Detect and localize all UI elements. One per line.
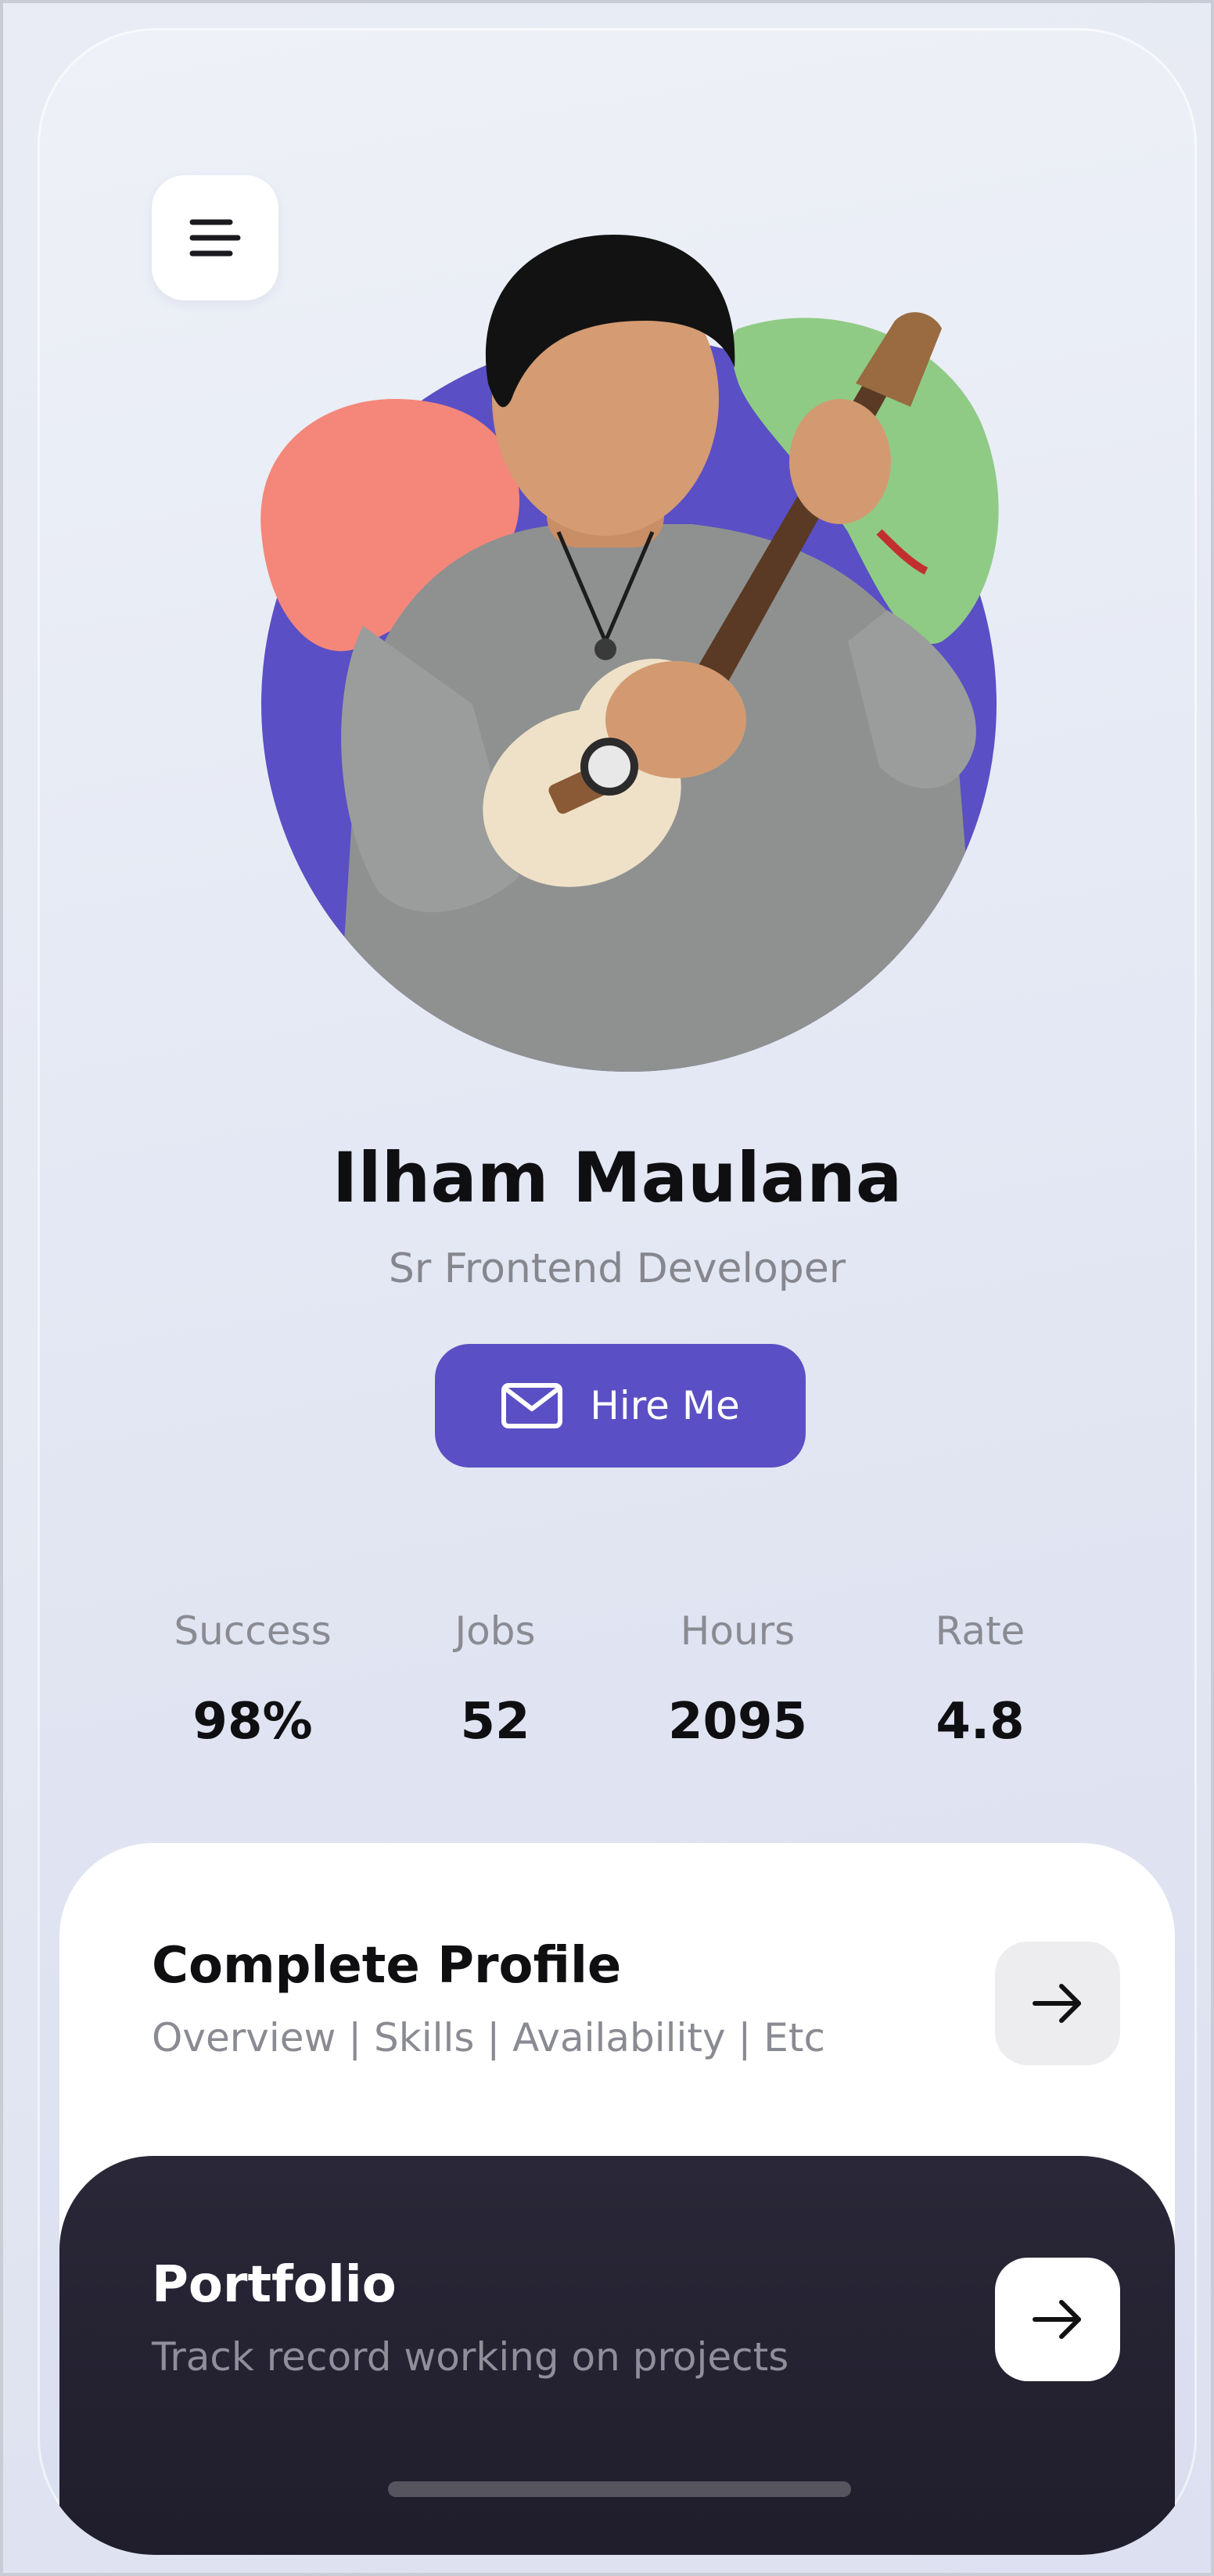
stat-value: 52 — [460, 1693, 530, 1751]
stats-row: Success 98% Jobs 52 Hours 2095 Rate 4.8 — [131, 1608, 1101, 1780]
stat-success: Success 98% — [131, 1608, 374, 1780]
stat-label: Rate — [935, 1608, 1025, 1654]
arrow-right-icon — [1033, 2300, 1081, 2339]
menu-icon — [189, 219, 241, 257]
profile-title: Sr Frontend Developer — [388, 1245, 846, 1292]
stat-value: 4.8 — [936, 1693, 1025, 1751]
avatar-illustration — [260, 235, 999, 1072]
stat-jobs: Jobs 52 — [374, 1608, 616, 1780]
stat-label: Hours — [680, 1608, 796, 1654]
phone-screen: Ilham Maulana Sr Frontend Developer Hire… — [38, 28, 1197, 2555]
stat-value: 98% — [192, 1693, 313, 1751]
hire-me-label: Hire Me — [590, 1383, 740, 1428]
portfolio-subtitle: Track record working on projects — [152, 2334, 789, 2380]
stat-rate: Rate 4.8 — [859, 1608, 1101, 1780]
stat-value: 2095 — [667, 1693, 808, 1751]
profile-name: Ilham Maulana — [332, 1137, 903, 1218]
right-hand — [789, 399, 891, 524]
home-indicator[interactable] — [388, 2481, 851, 2497]
stat-label: Success — [174, 1608, 332, 1654]
wrist-watch — [580, 738, 638, 796]
hire-me-button[interactable]: Hire Me — [435, 1344, 806, 1468]
complete-profile-subtitle: Overview | Skills | Availability | Etc — [152, 2015, 825, 2060]
arrow-right-icon — [1033, 1984, 1081, 2023]
complete-profile-title: Complete Profile — [152, 1937, 622, 1995]
portfolio-arrow-button[interactable] — [995, 2258, 1120, 2381]
stat-hours: Hours 2095 — [616, 1608, 859, 1780]
portfolio-title: Portfolio — [152, 2256, 397, 2314]
screen-frame: Ilham Maulana Sr Frontend Developer Hire… — [0, 0, 1214, 2576]
stat-label: Jobs — [454, 1608, 536, 1654]
mail-icon — [501, 1383, 563, 1428]
complete-profile-arrow-button[interactable] — [995, 1942, 1120, 2065]
profile-avatar — [238, 203, 1036, 1095]
